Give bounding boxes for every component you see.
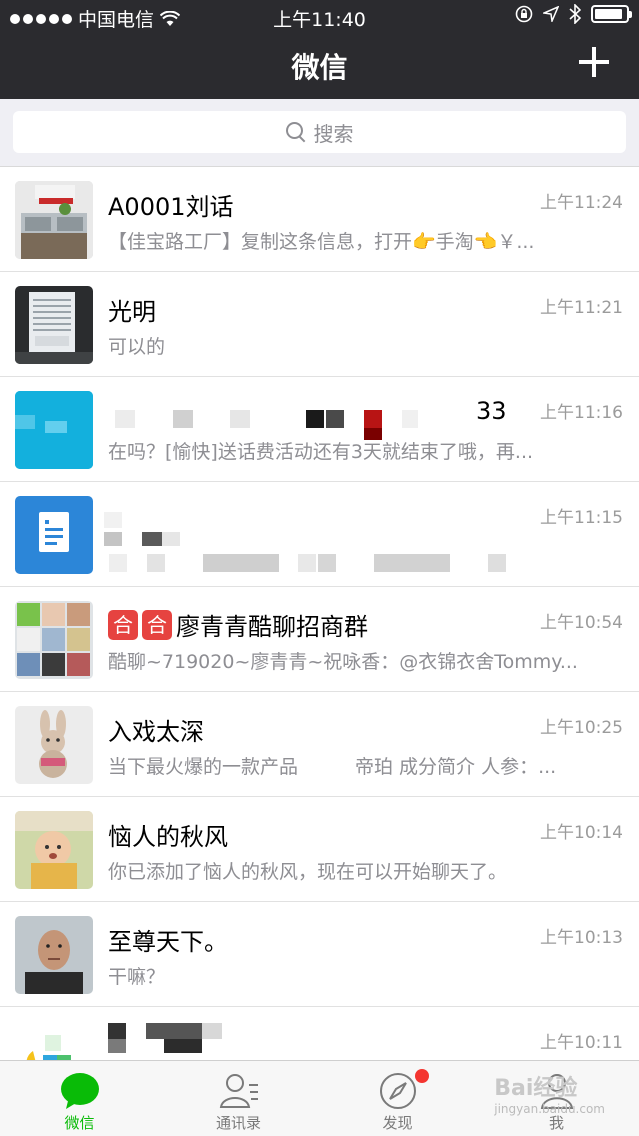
watermark-logo: Bai经验 jingyan.baidu.com [494,1070,605,1116]
chat-preview: 酷聊~719020~廖青青~祝咏香：@衣锦衣舍Tommy... [108,651,578,673]
chat-row[interactable]: 恼人的秋风 上午10:14 你已添加了恼人的秋风，现在可以开始聊天了。 [0,797,639,902]
chat-preview: 可以的 [108,336,166,358]
chat-name: 入戏太深 [108,718,204,746]
bluetooth-icon [569,4,581,24]
sink-photo-icon [15,181,93,259]
chat-time: 上午11:24 [540,193,623,213]
bunny-toy-icon [15,706,93,784]
chat-time: 上午11:15 [540,508,623,528]
chat-row[interactable]: 33 上午11:16 在吗？[愉快]送话费活动还有3天就结束了哦，再... [0,377,639,482]
status-bar: 中国电信 上午11:40 [0,0,639,34]
battery-fill [595,9,622,19]
header: 中国电信 上午11:40 微信 [0,0,639,99]
chat-preview: 在吗？[愉快]送话费活动还有3天就结束了哦，再... [108,441,534,463]
chat-row[interactable]: 合合廖青青酷聊招商群 上午10:54 酷聊~719020~廖青青~祝咏香：@衣锦… [0,587,639,692]
chat-list: A0001刘话 上午11:24 【佳宝路工厂】复制这条信息，打开👉手淘👈￥...… [0,167,639,1112]
battery-icon [591,5,632,23]
chat-name: 至尊天下。 [108,928,228,956]
watermark-sub: jingyan.baidu.com [494,1102,605,1116]
man-portrait-icon [15,916,93,994]
air-conditioner-photo-icon [15,286,93,364]
chat-preview: 当下最火爆的一款产品 帝珀 成分简介 人参：... [108,756,557,778]
tab-contacts[interactable]: 通讯录 [159,1061,318,1136]
chat-row[interactable]: 光明 上午11:21 可以的 [0,272,639,377]
chat-preview: 【佳宝路工厂】复制这条信息，打开👉手淘👈￥... [108,231,535,253]
chat-name: A0001刘话 [108,193,234,221]
chat-name: 合合廖青青酷聊招商群 [108,607,368,642]
chat-row[interactable]: 至尊天下。 上午10:13 干嘛？ [0,902,639,1007]
group-avatar-icon [15,601,93,679]
search-placeholder: 搜索 [313,121,354,146]
avatar [15,601,93,679]
blue-logo-icon [15,391,93,469]
avatar [15,811,93,889]
chat-time: 上午11:16 [540,403,623,423]
search-icon [285,122,306,142]
group-badge-icon: 合 [142,609,172,640]
search-input[interactable]: 搜索 [13,111,626,153]
chat-row[interactable]: A0001刘话 上午11:24 【佳宝路工厂】复制这条信息，打开👉手淘👈￥... [0,167,639,272]
notification-dot [415,1069,429,1083]
chat-preview: 你已添加了恼人的秋风，现在可以开始聊天了。 [108,861,508,883]
tab-discover[interactable]: 发现 [318,1061,477,1136]
chat-time: 上午10:14 [540,823,623,843]
avatar [15,181,93,259]
chat-row[interactable]: 上午11:15 [0,482,639,587]
chat-name: 33 [476,397,507,425]
avatar [15,496,93,574]
chat-name-text: 廖青青酷聊招商群 [176,613,368,641]
page-title: 微信 [291,51,348,84]
tab-label: 发现 [382,1114,413,1132]
chat-time: 上午11:21 [540,298,623,318]
location-icon [543,6,559,22]
baby-photo-icon [15,811,93,889]
chat-preview: 干嘛？ [108,966,166,988]
compass-icon [379,1073,416,1109]
tab-label: 通讯录 [215,1114,261,1132]
avatar [15,391,93,469]
rotation-lock-icon [515,5,533,23]
search-area: 搜索 [0,99,639,167]
avatar [15,706,93,784]
plus-icon[interactable] [579,47,609,77]
chat-row[interactable]: 入戏太深 上午10:25 当下最火爆的一款产品 帝珀 成分简介 人参：... [0,692,639,797]
tab-label: 微信 [64,1114,95,1132]
watermark-text: Bai经验 [494,1076,578,1101]
contacts-icon [219,1074,258,1108]
chat-time: 上午10:13 [540,928,623,948]
chat-time: 上午10:11 [540,1033,623,1053]
chat-time: 上午10:25 [540,718,623,738]
document-icon [15,496,93,574]
group-badge-icon: 合 [108,609,138,640]
avatar [15,916,93,994]
chat-name: 光明 [108,298,156,326]
chat-bubble-icon [60,1073,99,1109]
avatar [15,286,93,364]
chat-name: 恼人的秋风 [108,823,228,851]
tab-chats[interactable]: 微信 [0,1061,159,1136]
chat-time: 上午10:54 [540,613,623,633]
